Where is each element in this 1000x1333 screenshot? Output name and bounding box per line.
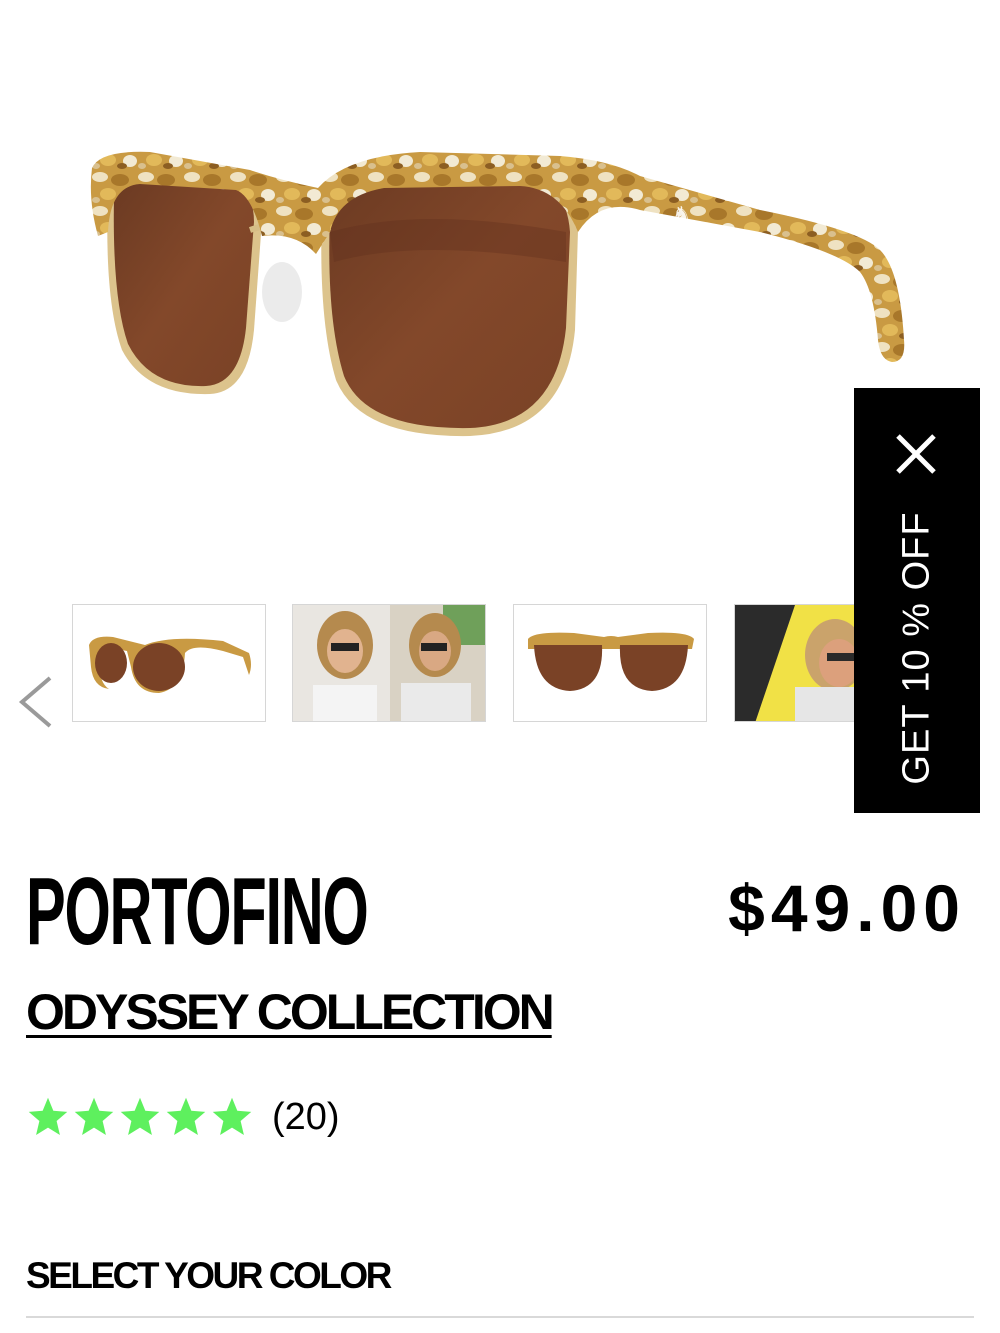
svg-text:♞: ♞ [672, 203, 692, 228]
product-rating[interactable]: (20) [26, 1094, 340, 1140]
rating-stars [26, 1095, 254, 1139]
thumbnail-3[interactable] [513, 604, 707, 722]
gallery-prev-button[interactable] [14, 672, 58, 732]
sunglasses-image: ♞ [90, 151, 905, 437]
star-icon [74, 1097, 114, 1135]
discount-promo-tab[interactable]: GET 10 % OFF [854, 388, 980, 813]
promo-close-button[interactable] [892, 430, 940, 478]
thumbnail-1[interactable] [72, 604, 266, 722]
thumbnail-4[interactable] [734, 604, 860, 722]
product-hero-image[interactable]: ♞ [0, 0, 1000, 580]
select-color-heading: SELECT YOUR COLOR [26, 1255, 392, 1296]
sunglasses-front-thumbnail [528, 632, 694, 691]
star-icon [212, 1097, 252, 1135]
sunglasses-side-thumbnail [89, 636, 251, 693]
thumbnail-carousel [70, 604, 860, 724]
product-price: $49.00 [728, 871, 966, 945]
divider [26, 1316, 974, 1318]
chevron-left-icon [18, 676, 52, 728]
review-count: (20) [272, 1096, 340, 1138]
star-icon [120, 1097, 160, 1135]
model-photo-thumbnail [735, 605, 860, 721]
star-icon [166, 1097, 206, 1135]
promo-label: GET 10 % OFF [895, 511, 938, 785]
thumbnail-2[interactable] [292, 604, 486, 722]
model-photo-thumbnail [293, 605, 485, 721]
star-icon [28, 1097, 68, 1135]
close-icon [896, 434, 936, 474]
product-title: PORTOFINO [26, 858, 369, 965]
collection-link[interactable]: ODYSSEY COLLECTION [26, 984, 555, 1040]
